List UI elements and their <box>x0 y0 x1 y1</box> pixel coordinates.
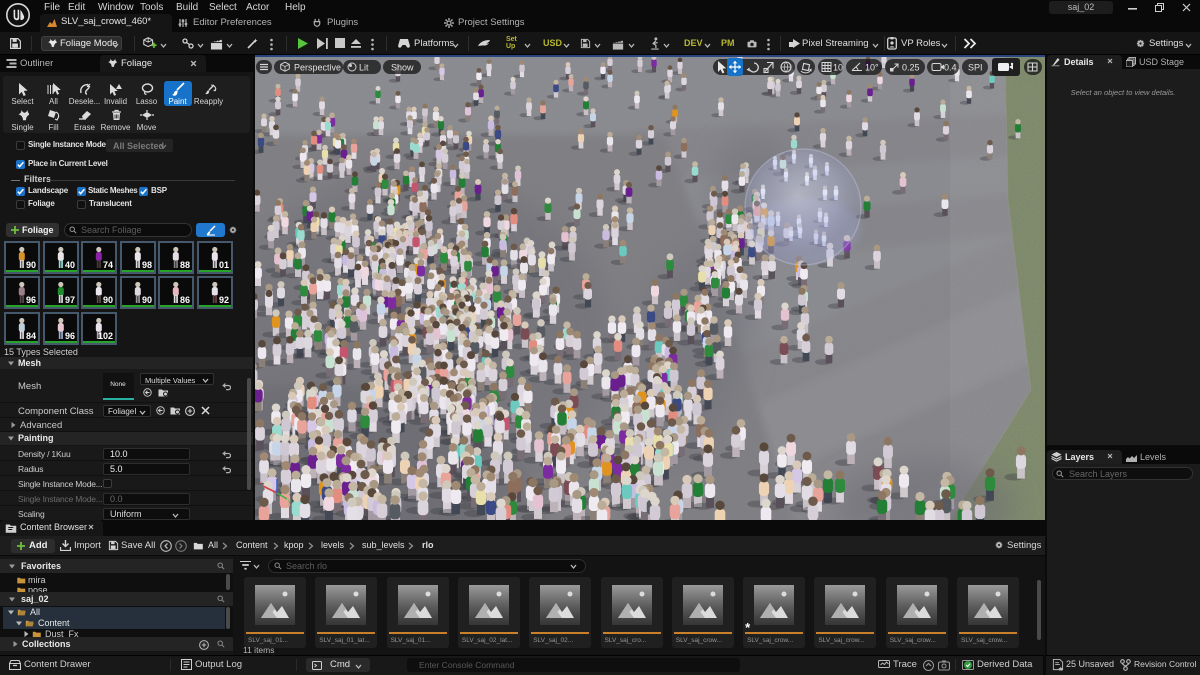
svg-text:0.4: 0.4 <box>944 63 957 73</box>
svg-text:74: 74 <box>103 260 113 270</box>
svg-text:92: 92 <box>219 295 229 305</box>
svg-text:10°: 10° <box>865 63 879 73</box>
svg-text:x: x <box>259 481 262 487</box>
svg-text:90: 90 <box>103 295 113 305</box>
svg-text:0.25: 0.25 <box>902 63 920 73</box>
svg-text:90: 90 <box>26 260 36 270</box>
svg-text:96: 96 <box>26 295 36 305</box>
svg-text:96: 96 <box>65 331 75 341</box>
svg-text:Perspective: Perspective <box>294 63 341 73</box>
svg-text:88: 88 <box>180 260 190 270</box>
svg-text:102: 102 <box>98 331 113 341</box>
svg-text:90: 90 <box>142 295 152 305</box>
svg-text:86: 86 <box>180 295 190 305</box>
svg-text:SPI: SPI <box>968 63 983 73</box>
svg-text:10: 10 <box>833 63 843 73</box>
svg-text:98: 98 <box>142 260 152 270</box>
svg-text:97: 97 <box>65 295 75 305</box>
svg-text:40: 40 <box>65 260 75 270</box>
svg-text:84: 84 <box>26 331 36 341</box>
svg-text:Lit: Lit <box>359 63 369 73</box>
svg-text:y: y <box>288 499 291 505</box>
svg-text:01: 01 <box>219 260 229 270</box>
svg-text:Show: Show <box>391 63 414 73</box>
